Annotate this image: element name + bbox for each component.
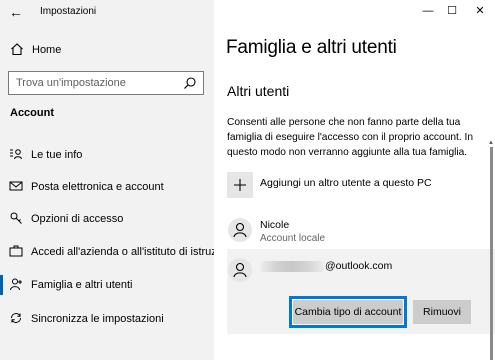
user-item-outlook[interactable]: @outlook.com (227, 257, 489, 287)
section-description: Consenti alle persone che non fanno part… (227, 117, 474, 158)
settings-search-input[interactable]: Trova un'impostazione (8, 71, 204, 95)
scrollbar[interactable] (490, 147, 493, 360)
briefcase-icon (9, 245, 23, 257)
sidebar-item-le-tue-info[interactable]: Le tue info (0, 140, 214, 170)
user-icon (233, 262, 247, 278)
avatar (228, 218, 252, 242)
maximize-button[interactable]: ☐ (442, 3, 462, 19)
mail-icon (9, 181, 23, 191)
avatar (228, 258, 252, 282)
add-user-label: Aggiungi un altro utente a questo PC (260, 177, 432, 189)
user-icon (233, 222, 247, 238)
home-nav-item[interactable]: Home (0, 38, 214, 62)
sync-icon (11, 313, 21, 323)
email-redacted (260, 261, 324, 272)
change-account-type-label: Cambia tipo di account (292, 299, 404, 325)
search-icon[interactable] (183, 76, 197, 90)
person-add-icon (10, 278, 22, 291)
user-name: Nicole (260, 219, 290, 231)
sidebar-item-famiglia[interactable]: Famiglia e altri utenti (0, 270, 214, 300)
minimize-button[interactable]: — (418, 3, 438, 19)
remove-button[interactable]: Rimuovi (413, 300, 471, 324)
sidebar-item-label: Posta elettronica e account (31, 181, 164, 193)
home-label: Home (32, 44, 62, 56)
selected-indicator (0, 275, 3, 295)
close-button[interactable]: ✕ (470, 3, 490, 19)
key-icon (10, 212, 22, 224)
scroll-up-arrow[interactable]: ▲ (488, 140, 494, 146)
search-placeholder: Trova un'impostazione (16, 77, 126, 89)
app-title: Impostazioni (40, 6, 97, 17)
sidebar-item-opzioni-accesso[interactable]: Opzioni di accesso (0, 204, 214, 234)
back-button[interactable]: ← (6, 3, 26, 21)
section-heading-account: Account (10, 107, 54, 119)
sidebar-item-label: Accedi all'azienda o all'istituto di ist… (31, 246, 238, 258)
person-card-icon (10, 149, 22, 160)
change-account-type-button[interactable]: Cambia tipo di account (289, 296, 407, 328)
sidebar-item-sincronizza[interactable]: Sincronizza le impostazioni (0, 304, 214, 334)
sidebar-item-label: Le tue info (31, 149, 83, 161)
sidebar-item-posta-elettronica[interactable]: Posta elettronica e account (0, 172, 214, 202)
title-bar: ← Impostazioni (0, 0, 214, 24)
sidebar-item-label: Sincronizza le impostazioni (31, 313, 164, 325)
sidebar-item-label: Opzioni di accesso (31, 213, 124, 225)
plus-icon (227, 172, 253, 198)
home-icon (11, 43, 23, 56)
sidebar-item-accedi-azienda[interactable]: Accedi all'azienda o all'istituto di ist… (0, 237, 238, 267)
add-user-button[interactable]: Aggiungi un altro utente a questo PC (227, 172, 489, 200)
page-title: Famiglia e altri utenti (226, 37, 397, 58)
user-account-type: Account locale (260, 233, 326, 244)
sidebar-item-label: Famiglia e altri utenti (31, 279, 133, 291)
user-email-domain: @outlook.com (325, 260, 393, 272)
section-title: Altri utenti (227, 83, 290, 99)
sidebar: ← Impostazioni Home Trova un'impostazion… (0, 0, 238, 360)
user-item-nicole[interactable]: Nicole Account locale (227, 215, 489, 245)
